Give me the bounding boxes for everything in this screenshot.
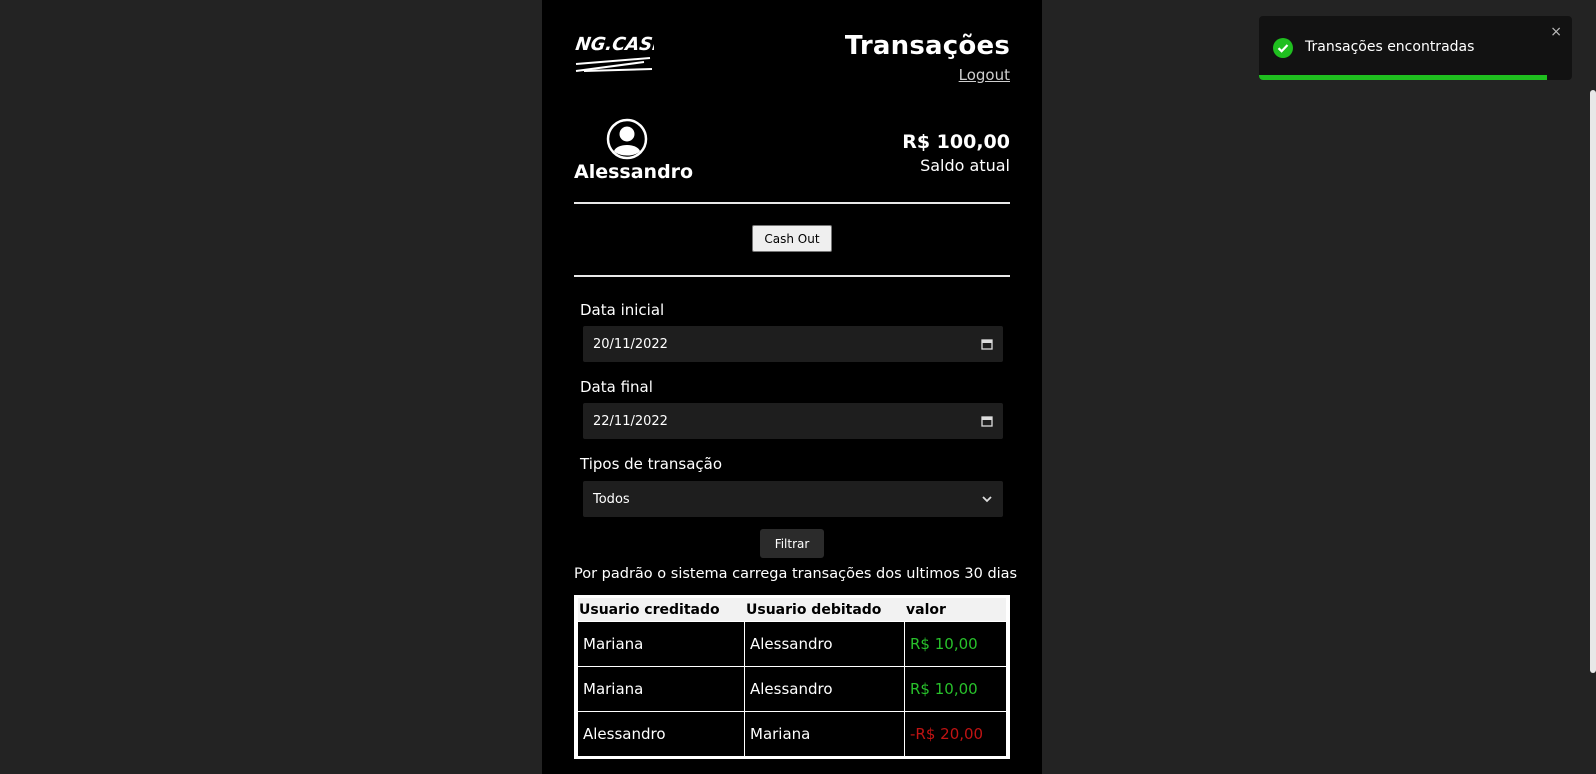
debited-user-cell: Alessandro — [745, 622, 905, 666]
toast-notification[interactable]: Transações encontradas × — [1259, 16, 1572, 80]
transaction-type-select[interactable]: Todos — [583, 481, 1003, 517]
table-row: Alessandro Mariana -R$ 20,00 — [578, 712, 1006, 756]
transaction-type-value: Todos — [593, 491, 630, 507]
calendar-icon[interactable] — [981, 338, 993, 350]
divider — [574, 275, 1010, 277]
debited-user-cell: Alessandro — [745, 667, 905, 711]
table-header: Usuario creditado Usuario debitado valor — [578, 598, 1006, 621]
table-row: Mariana Alessandro R$ 10,00 — [578, 622, 1006, 666]
debited-user-cell: Mariana — [745, 712, 905, 756]
username: Alessandro — [574, 161, 694, 183]
table-row: Mariana Alessandro R$ 10,00 — [578, 667, 1006, 711]
end-date-label: Data final — [580, 378, 653, 396]
ng-cash-logo: NG.CASH — [574, 28, 654, 80]
column-header: valor — [906, 601, 946, 618]
column-header: Usuario debitado — [746, 601, 882, 618]
toast-progress-bar — [1259, 75, 1547, 80]
logout-link[interactable]: Logout — [959, 66, 1010, 84]
calendar-icon[interactable] — [981, 415, 993, 427]
value-cell: R$ 10,00 — [910, 680, 978, 698]
credited-user-cell: Mariana — [578, 667, 745, 711]
end-date-input[interactable]: 22/11/2022 — [583, 403, 1003, 439]
credited-user-cell: Alessandro — [578, 712, 745, 756]
page-title: Transações — [844, 31, 1010, 61]
value-cell: -R$ 20,00 — [910, 725, 984, 743]
main-panel: NG.CASH Transações Logout Alessandro R$ … — [542, 0, 1042, 774]
transaction-type-label: Tipos de transação — [580, 455, 723, 473]
start-date-value: 20/11/2022 — [593, 336, 668, 352]
balance-value: R$ 100,00 — [902, 131, 1010, 153]
start-date-input[interactable]: 20/11/2022 — [583, 326, 1003, 362]
value-cell: R$ 10,00 — [910, 635, 978, 653]
svg-text:NG.CASH: NG.CASH — [574, 34, 654, 55]
chevron-down-icon — [982, 496, 992, 503]
user-avatar-icon — [606, 118, 648, 160]
balance-label: Saldo atual — [920, 156, 1010, 175]
filter-button[interactable]: Filtrar — [760, 529, 824, 558]
toast-message: Transações encontradas — [1305, 39, 1475, 55]
scrollbar[interactable] — [1590, 90, 1596, 673]
credited-user-cell: Mariana — [578, 622, 745, 666]
check-circle-icon — [1273, 38, 1293, 58]
start-date-label: Data inicial — [580, 301, 665, 319]
default-period-note: Por padrão o sistema carrega transações … — [574, 566, 1018, 582]
close-icon[interactable]: × — [1550, 24, 1562, 40]
column-header: Usuario creditado — [579, 601, 720, 618]
cash-out-button[interactable]: Cash Out — [752, 225, 832, 252]
divider — [574, 202, 1010, 204]
end-date-value: 22/11/2022 — [593, 413, 668, 429]
transactions-table: Usuario creditado Usuario debitado valor… — [574, 595, 1010, 759]
